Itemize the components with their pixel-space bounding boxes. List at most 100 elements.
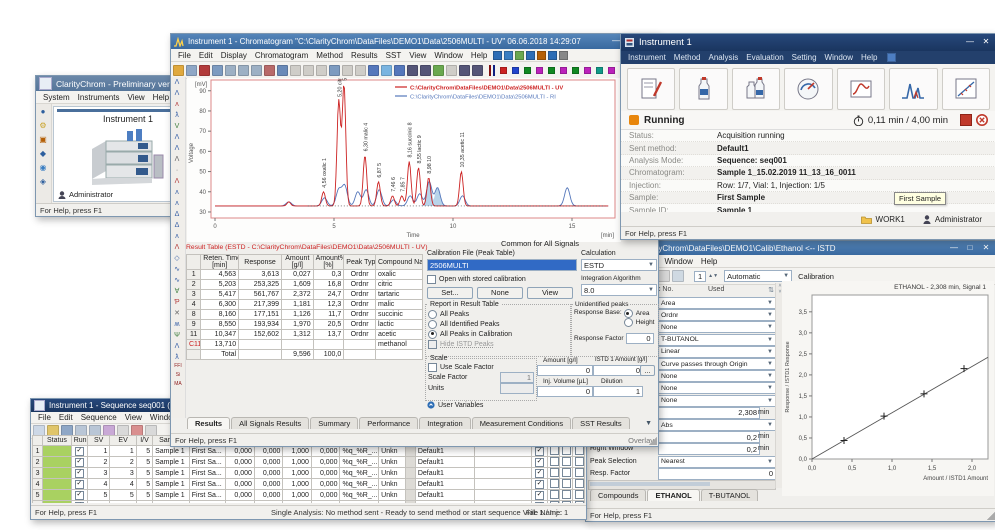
menu-edit[interactable]: Edit	[195, 51, 217, 60]
set-button[interactable]: Set...	[427, 287, 473, 299]
dilution-input[interactable]: 1	[593, 386, 643, 397]
signal-select-icon-si[interactable]: Si	[171, 372, 185, 381]
menu-window[interactable]: Window	[660, 257, 696, 266]
menu-edit[interactable]: Edit	[55, 413, 77, 422]
menu-instruments[interactable]: Instruments	[74, 93, 124, 102]
row-option-checkbox[interactable]	[575, 479, 584, 488]
sequence-row[interactable]: 1115Sample 1First Sa...0,0000,0001,0000,…	[33, 446, 585, 457]
peak-tool-icon-14[interactable]: ʌ	[171, 231, 183, 242]
spin-arrows[interactable]: ▲▼	[708, 273, 718, 279]
tab-compounds[interactable]: Compounds	[590, 489, 646, 501]
result-table[interactable]: Reten. Time[min]ResponseAmount[g/l]Amoun…	[186, 254, 423, 360]
peak-tool-icon-17[interactable]: ∿	[171, 264, 183, 275]
menu-instrument[interactable]: Instrument	[624, 53, 670, 62]
peak-tool-icon-24[interactable]: Λ	[171, 341, 183, 352]
istd-more-button[interactable]: ...	[640, 365, 655, 376]
peak-tool-icon-23[interactable]: Ψ	[171, 330, 183, 341]
cut-icon[interactable]	[264, 65, 275, 76]
project-item[interactable]: WORK1	[861, 215, 905, 224]
calib-row-input[interactable]: 0,2	[658, 443, 760, 455]
result-col-header[interactable]	[187, 255, 201, 270]
peak-tool-icon-13[interactable]: Δ	[171, 220, 183, 231]
zoom-icon[interactable]	[672, 270, 684, 282]
overlay-blue-swatch[interactable]	[493, 65, 495, 76]
signal-swatch-5[interactable]	[560, 67, 567, 74]
calibration-close-button[interactable]: ✕	[979, 243, 993, 254]
menu-quick-icon-2[interactable]	[515, 51, 524, 60]
sequence-row[interactable]: 3335Sample 1First Sa...0,0000,0001,0000,…	[33, 468, 585, 479]
result-row[interactable]: 14,5633,6130,0270,3Ordnroxalic	[187, 270, 423, 280]
seq-col-header[interactable]: Run	[71, 436, 87, 446]
close-icon[interactable]	[199, 65, 210, 76]
sequence-row[interactable]: 5555Sample 1First Sa...0,0000,0001,0000,…	[33, 490, 585, 501]
calib-row-select[interactable]: None▼	[658, 395, 776, 407]
menu-help[interactable]: Help	[697, 257, 721, 266]
result-col-header[interactable]: Response	[239, 255, 282, 270]
move-icon[interactable]	[407, 65, 418, 76]
row-option-checkbox[interactable]	[575, 457, 584, 466]
peak-tool-icon-1[interactable]: Λ	[171, 88, 183, 99]
result-row[interactable]: 1110,347152,6021,31213,7Ordnracetic	[187, 330, 423, 340]
menu-quick-icon-5[interactable]	[548, 51, 557, 60]
result-row[interactable]: 35,417561,7672,37224,7Ordnrtartaric	[187, 290, 423, 300]
signal-swatch-2[interactable]	[524, 67, 531, 74]
undo-icon[interactable]	[303, 65, 314, 76]
menu-window[interactable]: Window	[430, 51, 466, 60]
gear-icon[interactable]: ⚙	[37, 120, 49, 132]
calib-row-select[interactable]: None▼	[658, 321, 776, 333]
instrument-title-bar[interactable]: Instrument 1 — ✕	[621, 34, 995, 51]
peak-tool-icon-5[interactable]: Λ	[171, 132, 183, 143]
row-option-checkbox[interactable]	[535, 447, 544, 456]
view-button[interactable]: View	[527, 287, 573, 299]
menu-window[interactable]: Window	[821, 53, 857, 62]
info-icon[interactable]	[212, 65, 223, 76]
peak-tool-icon-9[interactable]: Λ	[171, 176, 183, 187]
units-input[interactable]	[500, 383, 534, 394]
legend-uv[interactable]: C:\ClarityChrom\DataFiles\DEMO1\Data\250…	[410, 86, 563, 92]
area-radio[interactable]: Area	[624, 309, 655, 318]
power-icon[interactable]: ◈	[37, 176, 49, 188]
row-option-checkbox[interactable]	[562, 457, 571, 466]
calib-row-select[interactable]: Curve passes through Origin▼	[658, 358, 776, 370]
integration-algorithm-select[interactable]: 8.0▼	[581, 284, 657, 296]
paste-icon[interactable]	[290, 65, 301, 76]
play-icon[interactable]	[459, 65, 470, 76]
stop-button[interactable]	[960, 114, 972, 126]
calib-row-select[interactable]: Ordnr▼	[658, 309, 776, 321]
signal-swatch-3[interactable]	[536, 67, 543, 74]
instrument-minimize-button[interactable]: —	[963, 37, 977, 48]
redo-icon[interactable]	[316, 65, 327, 76]
height-radio[interactable]: Height	[624, 318, 655, 327]
peak-tool-icon-10[interactable]: ʌ	[171, 187, 183, 198]
calibration-curve-chart[interactable]: 0,00,51,01,52,02,53,03,50,00,51,01,52,0E…	[782, 281, 994, 496]
run-checkbox[interactable]	[75, 447, 84, 456]
run-checkbox[interactable]	[75, 469, 84, 478]
menu-sequence[interactable]: Sequence	[77, 413, 121, 422]
result-col-header[interactable]: Peak Type	[344, 255, 376, 270]
menu-file[interactable]: File	[174, 51, 195, 60]
row-option-checkbox[interactable]	[562, 446, 571, 455]
row-option-checkbox[interactable]	[575, 501, 584, 503]
row-option-checkbox[interactable]	[535, 502, 544, 503]
menu-quick-icon-4[interactable]	[537, 51, 546, 60]
menu-help[interactable]: Help	[467, 51, 491, 60]
result-col-header[interactable]: Amount[g/l]	[282, 255, 314, 270]
recalibration-spin-value[interactable]: 1	[694, 271, 706, 282]
menu-file[interactable]: File	[34, 413, 55, 422]
result-row[interactable]: 25,203253,3251,60916,8Ordnrcitric	[187, 280, 423, 290]
peak-tool-icon-6[interactable]: Λ	[171, 143, 183, 154]
peak-tool-icon-8[interactable]: ·	[171, 165, 183, 176]
row-option-checkbox[interactable]	[575, 490, 584, 499]
menu-view[interactable]: View	[121, 413, 146, 422]
hide-istd-checkbox[interactable]: Hide ISTD Peaks	[428, 339, 568, 349]
signal-select-icon-ma[interactable]: MA	[171, 381, 185, 390]
run-checkbox[interactable]	[75, 458, 84, 467]
folder-icon[interactable]: ▣	[37, 134, 49, 146]
resize-grip[interactable]	[987, 512, 995, 520]
baseline-icon[interactable]	[394, 65, 405, 76]
prev-icon[interactable]	[446, 65, 457, 76]
menu-quick-icon-0[interactable]	[493, 51, 502, 60]
row-option-checkbox[interactable]	[535, 469, 544, 478]
tab-t-butanol[interactable]: T-BUTANOL	[701, 489, 759, 501]
zoom-out-icon[interactable]	[342, 65, 353, 76]
